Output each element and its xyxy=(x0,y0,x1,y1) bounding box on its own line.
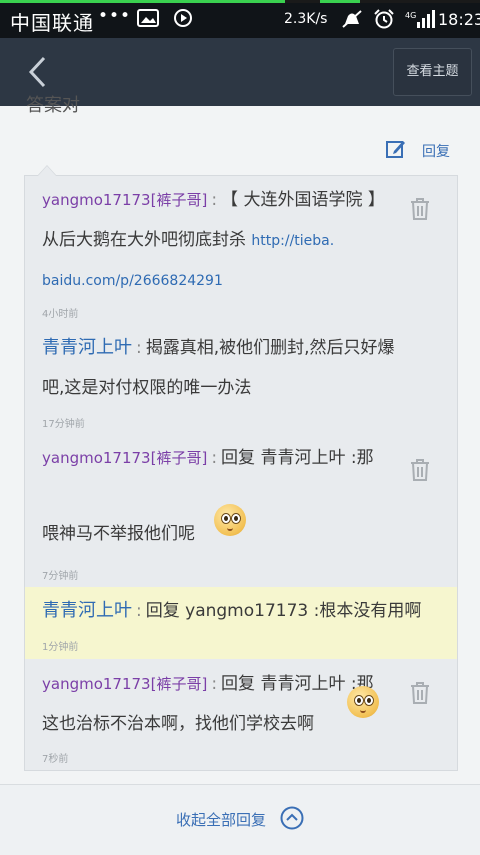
view-topic-button[interactable]: 查看主题 xyxy=(393,48,472,96)
progress-line xyxy=(0,0,480,3)
alarm-icon xyxy=(373,9,395,34)
collapse-label: 收起全部回复 xyxy=(176,811,267,829)
back-button[interactable] xyxy=(22,52,62,92)
reply-username[interactable]: yangmo17173[裤子哥] xyxy=(42,675,207,693)
emoji-icon xyxy=(347,686,379,718)
status-bar: 中国联通 ••• 2.3K/s 4G 18:23 xyxy=(0,0,480,38)
reply-header: 青青河上叶: 揭露真相,被他们删封,然后只好爆 xyxy=(42,336,395,360)
reply-text-line: 吧,这是对付权限的唯一办法 xyxy=(42,378,252,398)
reply-text-line: 喂神马不举报他们呢 xyxy=(42,524,195,544)
panel-caret xyxy=(37,165,57,176)
trash-icon[interactable] xyxy=(409,458,431,482)
reply-username[interactable]: 青青河上叶 xyxy=(42,600,132,621)
reply-username[interactable]: yangmo17173[裤子哥] xyxy=(42,191,207,209)
reply-header: yangmo17173[裤子哥]: 回复 青青河上叶 :那 xyxy=(42,672,374,696)
reply-time: 7秒前 xyxy=(42,754,69,765)
reply-link-url[interactable]: http://tieba. xyxy=(251,233,334,249)
reply-text-line: 这也治标不治本啊，找他们学校去啊 xyxy=(42,714,314,734)
reply-text: 揭露真相,被他们删封,然后只好爆 xyxy=(145,338,395,358)
reply-time: 7分钟前 xyxy=(42,571,79,582)
reply-text-line: 从后大鹅在大外吧彻底封杀 http://tieba. xyxy=(42,228,334,253)
reply-item: yangmo17173[裤子哥]: 回复 青青河上叶 :那 这也治标不治本啊，找他… xyxy=(25,660,457,770)
reply-header: yangmo17173[裤子哥]: 【 大连外国语学院 】 xyxy=(42,188,385,212)
reply-link-url[interactable]: baidu.com/p/2666824291 xyxy=(42,273,223,289)
chevron-left-icon xyxy=(28,56,46,88)
signal-icon: 4G xyxy=(405,9,435,34)
previous-post-text: 答案对 xyxy=(26,95,80,116)
reply-header: 青青河上叶: 回复 yangmo17173 :根本没有用啊 xyxy=(42,599,421,623)
reply-item: yangmo17173[裤子哥]: 【 大连外国语学院 】 从后大鹅在大外吧彻底封… xyxy=(25,176,457,324)
colon-separator: : xyxy=(136,601,142,621)
trash-icon[interactable] xyxy=(409,681,431,705)
colon-separator: : xyxy=(211,448,218,468)
trash-icon[interactable] xyxy=(409,197,431,221)
reply-time: 1分钟前 xyxy=(42,642,79,653)
reply-text: 【 大连外国语学院 】 xyxy=(221,190,385,210)
play-icon xyxy=(174,9,192,32)
reply-time: 17分钟前 xyxy=(42,419,85,430)
reply-text-line: baidu.com/p/2666824291 xyxy=(42,268,223,293)
colon-separator: : xyxy=(211,190,218,210)
reply-username[interactable]: yangmo17173[裤子哥] xyxy=(42,449,207,467)
reply-item: 青青河上叶: 揭露真相,被他们删封,然后只好爆 吧,这是对付权限的唯一办法 17分… xyxy=(25,324,457,434)
chevron-up-icon xyxy=(280,806,304,830)
svg-text:4G: 4G xyxy=(405,11,416,20)
reply-text: 回复 yangmo17173 :根本没有用啊 xyxy=(145,601,422,621)
reply-header: yangmo17173[裤子哥]: 回复 青青河上叶 :那 xyxy=(42,446,374,470)
network-speed: 2.3K/s xyxy=(284,11,328,27)
carrier-name: 中国联通 xyxy=(10,11,94,35)
image-icon xyxy=(137,9,159,32)
clock: 18:23 xyxy=(438,10,480,29)
muted-icon xyxy=(341,9,363,34)
bottom-bar: 收起全部回复 xyxy=(0,784,480,855)
reply-item: yangmo17173[裤子哥]: 回复 青青河上叶 :那 喂神马不举报他们呢 7… xyxy=(25,434,457,586)
reply-username[interactable]: 青青河上叶 xyxy=(42,337,132,358)
reply-label: 回复 xyxy=(422,144,450,160)
sub-replies-panel: yangmo17173[裤子哥]: 【 大连外国语学院 】 从后大鹅在大外吧彻底封… xyxy=(24,165,458,771)
edit-icon xyxy=(386,141,405,158)
reply-item-highlighted: 青青河上叶: 回复 yangmo17173 :根本没有用啊 1分钟前 xyxy=(25,587,457,659)
reply-text: 回复 青青河上叶 :那 xyxy=(221,448,374,468)
colon-separator: : xyxy=(211,674,218,694)
colon-separator: : xyxy=(136,338,142,358)
reply-time: 4小时前 xyxy=(42,309,79,320)
notification-dots: ••• xyxy=(98,6,132,26)
emoji-icon xyxy=(214,504,246,536)
reply-text: 从后大鹅在大外吧彻底封杀 xyxy=(42,230,246,250)
